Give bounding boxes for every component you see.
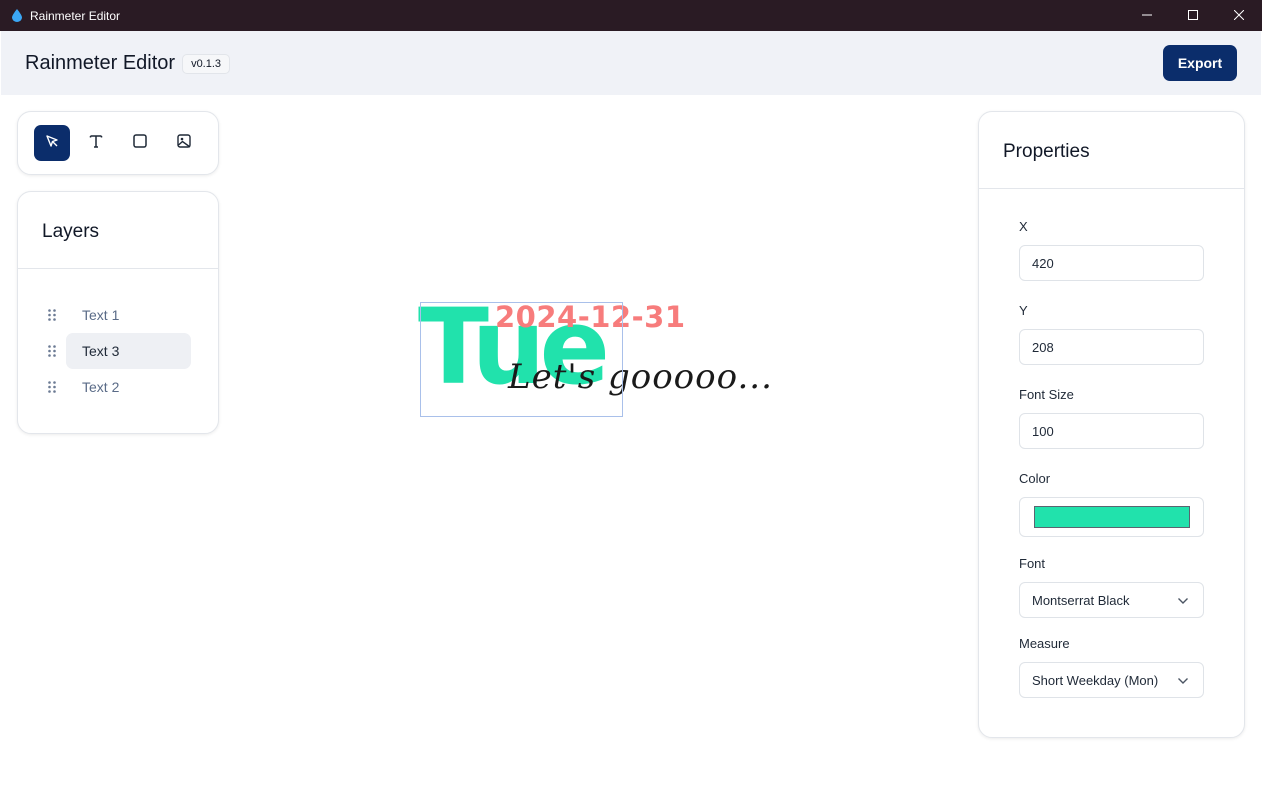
x-input[interactable]: 420 [1019, 245, 1204, 281]
app-header: Rainmeter Editor v0.1.3 Export [1, 31, 1261, 95]
y-label: Y [1019, 303, 1028, 318]
color-picker[interactable] [1019, 497, 1204, 537]
square-icon [133, 133, 147, 153]
font-size-property: Font Size 100 [1019, 387, 1204, 449]
drag-handle-icon[interactable] [47, 344, 57, 358]
image-icon [177, 133, 191, 153]
tool-palette [17, 111, 219, 175]
design-canvas[interactable]: Tue 2024-12-31 Let's gooooo... [235, 95, 975, 795]
layers-divider [18, 268, 218, 269]
properties-divider [979, 188, 1244, 189]
measure-label: Measure [1019, 636, 1070, 651]
minimize-icon [1142, 9, 1152, 23]
color-swatch[interactable] [1034, 506, 1190, 528]
layer-item-text-3[interactable]: Text 3 [18, 333, 218, 369]
minimize-button[interactable] [1124, 0, 1170, 31]
font-size-label: Font Size [1019, 387, 1074, 402]
chevron-down-icon [1177, 593, 1189, 608]
text-tool-button[interactable] [78, 125, 114, 161]
layers-panel: Layers Text 1 Text 3 Text 2 [17, 191, 219, 434]
font-size-input[interactable]: 100 [1019, 413, 1204, 449]
drag-handle-icon[interactable] [47, 380, 57, 394]
layer-item-text-2[interactable]: Text 2 [18, 369, 218, 405]
maximize-icon [1188, 9, 1198, 23]
layer-item-text-1[interactable]: Text 1 [18, 297, 218, 333]
font-select-value: Montserrat Black [1032, 592, 1130, 608]
window-titlebar[interactable]: Rainmeter Editor [0, 0, 1262, 31]
font-select[interactable]: Montserrat Black [1019, 582, 1204, 618]
select-tool-button[interactable] [34, 125, 70, 161]
properties-heading: Properties [1003, 141, 1090, 162]
properties-panel: Properties X 420 Y 208 Font Size 100 Col… [978, 111, 1245, 738]
close-window-button[interactable] [1216, 0, 1262, 31]
layer-label: Text 3 [82, 343, 120, 359]
color-label: Color [1019, 471, 1051, 486]
text-t-icon [89, 134, 103, 153]
x-property: X 420 [1019, 219, 1204, 281]
selection-outline[interactable] [420, 302, 623, 417]
chevron-down-icon [1177, 673, 1189, 688]
maximize-button[interactable] [1170, 0, 1216, 31]
y-property: Y 208 [1019, 303, 1204, 365]
font-label: Font [1019, 556, 1046, 571]
version-badge: v0.1.3 [182, 54, 231, 74]
layer-label: Text 1 [82, 307, 120, 323]
cursor-arrow-icon [45, 134, 59, 153]
window-controls [1124, 0, 1262, 31]
window-title: Rainmeter Editor [30, 8, 121, 23]
x-label: X [1019, 219, 1028, 234]
y-input[interactable]: 208 [1019, 329, 1204, 365]
rectangle-tool-button[interactable] [122, 125, 158, 161]
image-tool-button[interactable] [166, 125, 202, 161]
water-drop-icon [11, 9, 23, 23]
export-button[interactable]: Export [1163, 45, 1237, 81]
measure-property: Measure Short Weekday (Mon) [1019, 636, 1204, 698]
measure-select[interactable]: Short Weekday (Mon) [1019, 662, 1204, 698]
layer-label: Text 2 [82, 379, 120, 395]
drag-handle-icon[interactable] [47, 308, 57, 322]
layer-list: Text 1 Text 3 Text 2 [18, 297, 218, 405]
close-icon [1233, 9, 1245, 23]
font-property: Font Montserrat Black [1019, 556, 1204, 618]
color-property: Color [1019, 471, 1204, 537]
layers-heading: Layers [42, 221, 100, 242]
measure-select-value: Short Weekday (Mon) [1032, 672, 1159, 688]
app-title: Rainmeter Editor [25, 51, 176, 74]
